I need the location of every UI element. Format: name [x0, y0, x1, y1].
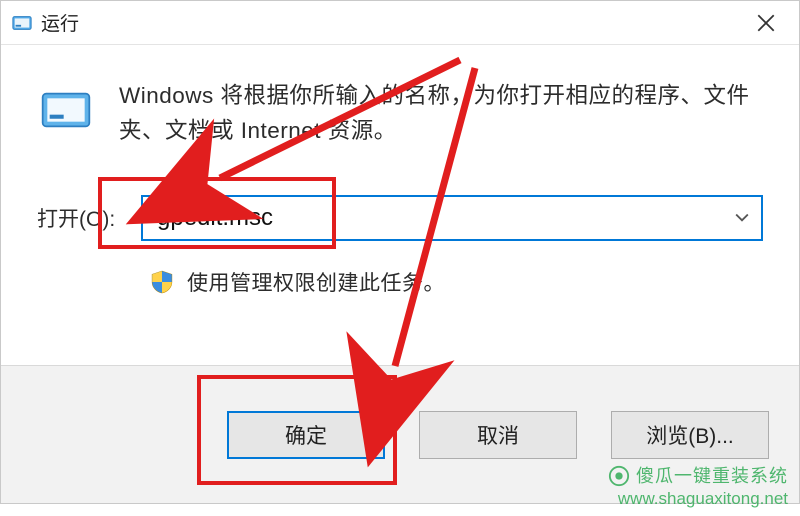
open-input-wrap [141, 195, 763, 241]
ok-button[interactable]: 确定 [227, 411, 385, 459]
description-row: Windows 将根据你所输入的名称，为你打开相应的程序、文件夹、文档或 Int… [37, 79, 763, 149]
open-label: 打开(O): [37, 203, 129, 233]
dialog-title: 运行 [41, 9, 79, 36]
admin-note-row: 使用管理权限创建此任务。 [37, 267, 763, 297]
run-icon [11, 12, 33, 34]
button-bar: 确定 取消 浏览(B)... [1, 365, 799, 503]
close-button[interactable] [737, 1, 795, 45]
titlebar: 运行 [1, 1, 799, 45]
title-left: 运行 [11, 9, 79, 36]
run-dialog: 运行 Windows 将根据你所输入的名称，为你打开相应的程序、文件夹、文档或 … [0, 0, 800, 504]
browse-button[interactable]: 浏览(B)... [611, 411, 769, 459]
open-input[interactable] [141, 195, 763, 241]
description-text: Windows 将根据你所输入的名称，为你打开相应的程序、文件夹、文档或 Int… [119, 79, 763, 149]
cancel-button[interactable]: 取消 [419, 411, 577, 459]
shield-icon [149, 269, 175, 295]
open-row: 打开(O): [37, 195, 763, 241]
run-icon-large [37, 81, 95, 139]
admin-note-text: 使用管理权限创建此任务。 [187, 267, 445, 297]
content-area: Windows 将根据你所输入的名称，为你打开相应的程序、文件夹、文档或 Int… [1, 45, 799, 365]
